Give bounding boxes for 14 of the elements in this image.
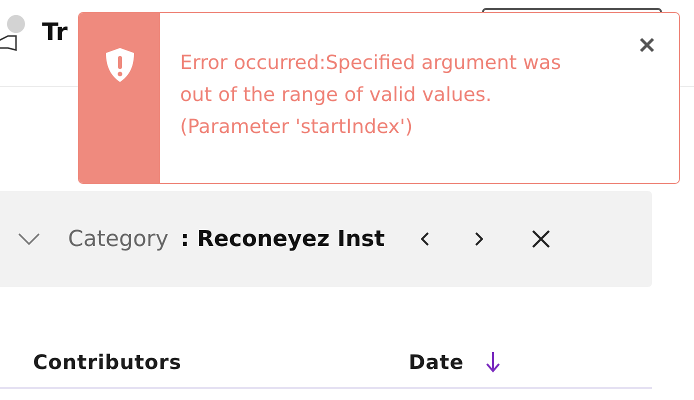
- close-button[interactable]: [637, 35, 657, 55]
- column-header[interactable]: Date: [408, 350, 464, 374]
- next-button[interactable]: [472, 230, 484, 248]
- chevron-left-icon: [420, 232, 428, 246]
- column-header[interactable]: Contributors: [33, 350, 182, 374]
- arrow-down-icon: [486, 351, 500, 373]
- chevron-right-icon: [474, 232, 482, 246]
- sort-button[interactable]: [484, 349, 502, 375]
- filter-value: : Reconeyez Inst: [180, 226, 386, 252]
- error-message: Error occurred:Specified argument was out of the range of valid values. (Parameter 'startIndex'): [180, 50, 562, 140]
- filter-label: Category: [68, 226, 168, 252]
- page-title: Tr: [42, 18, 68, 46]
- shield-alert-icon: [104, 47, 136, 83]
- previous-button[interactable]: [418, 230, 430, 248]
